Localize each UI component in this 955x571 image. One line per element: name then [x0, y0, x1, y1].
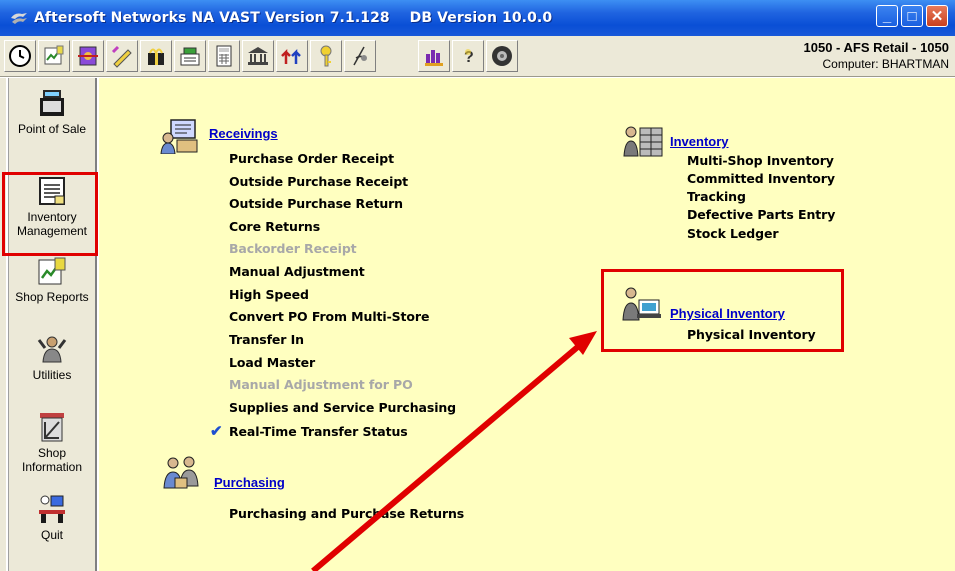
app-logo-icon: [11, 13, 27, 24]
pencil-icon[interactable]: [106, 40, 138, 72]
menu-item-stock-ledger[interactable]: Stock Ledger: [687, 226, 779, 241]
bank-icon[interactable]: [242, 40, 274, 72]
menu-item-outside-purchase-receipt[interactable]: Outside Purchase Receipt: [229, 174, 408, 189]
menu-item-backorder-receipt: Backorder Receipt: [229, 241, 357, 256]
sidebar-item-point-of-sale[interactable]: Point of Sale: [10, 88, 94, 136]
gift-icon[interactable]: [140, 40, 172, 72]
drafting-tools-icon: [40, 413, 64, 442]
menu-item-core-returns[interactable]: Core Returns: [229, 219, 320, 234]
inventory-section-title[interactable]: Inventory: [670, 134, 729, 149]
store-name: 1050 - AFS Retail - 1050: [803, 40, 949, 55]
people-icon[interactable]: [418, 40, 450, 72]
menu-item-defective-parts-entry[interactable]: Defective Parts Entry: [687, 207, 835, 222]
key-icon[interactable]: [310, 40, 342, 72]
wrench-person-icon: [37, 336, 67, 363]
close-icon: ✕: [930, 8, 944, 25]
register-icon[interactable]: [174, 40, 206, 72]
clock-icon[interactable]: [4, 40, 36, 72]
menu-item-tracking[interactable]: Tracking: [687, 189, 746, 204]
document-icon[interactable]: [344, 40, 376, 72]
parts-icon[interactable]: [72, 40, 104, 72]
tire-icon[interactable]: [486, 40, 518, 72]
sidebar-item-shop-information[interactable]: Shop Information: [10, 412, 94, 474]
report-icon[interactable]: [38, 40, 70, 72]
menu-item-transfer-in[interactable]: Transfer In: [229, 332, 304, 347]
maximize-icon: □: [907, 7, 917, 25]
purchasing-icon: [163, 456, 199, 489]
store-info: 1050 - AFS Retail - 1050 Computer: BHART…: [804, 40, 949, 71]
sidebar: Point of Sale Inventory Management Shop …: [0, 78, 97, 571]
menu-item-load-master[interactable]: Load Master: [229, 355, 315, 370]
menu-item-high-speed[interactable]: High Speed: [229, 287, 309, 302]
receivings-icon: [160, 119, 198, 154]
close-button[interactable]: ✕: [926, 5, 948, 27]
menu-item-outside-purchase-return[interactable]: Outside Purchase Return: [229, 196, 403, 211]
purchasing-section-title[interactable]: Purchasing: [214, 475, 285, 490]
sidebar-item-label: Point of Sale: [17, 122, 87, 136]
sidebar-edge: [6, 78, 9, 571]
calculator-icon[interactable]: [208, 40, 240, 72]
sidebar-item-label: Utilities: [32, 368, 72, 382]
receivings-section-title[interactable]: Receivings: [209, 126, 278, 141]
title-bar: Aftersoft Networks NA VAST Version 7.1.1…: [0, 0, 955, 36]
menu-item-convert-po-from-multi-store[interactable]: Convert PO From Multi-Store: [229, 309, 429, 324]
sidebar-item-label: Shop Reports: [15, 290, 89, 304]
highlight-box-inventory-management: [2, 172, 98, 256]
sidebar-item-utilities[interactable]: Utilities: [10, 334, 94, 382]
cash-register-icon: [40, 90, 64, 116]
menu-item-manual-adjustment-for-po: Manual Adjustment for PO: [229, 377, 413, 392]
sidebar-item-quit[interactable]: Quit: [10, 494, 94, 542]
minimize-icon: _: [882, 7, 892, 25]
sidebar-item-label: Quit: [40, 528, 63, 542]
menu-item-committed-inventory[interactable]: Committed Inventory: [687, 171, 835, 186]
maximize-button[interactable]: □: [901, 5, 923, 27]
arrows-icon[interactable]: [276, 40, 308, 72]
highlight-box-physical-inventory: [601, 269, 844, 352]
chart-report-icon: [38, 257, 66, 285]
help-icon[interactable]: ?: [452, 40, 484, 72]
checkmark-icon: ✔: [210, 423, 223, 440]
menu-item-multi-shop-inventory[interactable]: Multi-Shop Inventory: [687, 153, 834, 168]
exit-desk-icon: [39, 495, 65, 523]
menu-item-manual-adjustment[interactable]: Manual Adjustment: [229, 264, 365, 279]
sidebar-item-shop-reports[interactable]: Shop Reports: [10, 256, 94, 304]
menu-item-purchasing-and-purchase-returns[interactable]: Purchasing and Purchase Returns: [229, 506, 464, 521]
menu-item-real-time-transfer-status[interactable]: Real-Time Transfer Status: [229, 424, 408, 439]
inventory-icon: [623, 126, 663, 157]
menu-item-supplies-and-service-purchasing[interactable]: Supplies and Service Purchasing: [229, 400, 456, 415]
computer-name: Computer: BHARTMAN: [822, 57, 949, 71]
sidebar-item-label: Shop Information: [21, 446, 83, 474]
toolbar: ? 1050 - AFS Retail - 1050 Computer: BHA…: [0, 36, 955, 77]
minimize-button[interactable]: _: [876, 5, 898, 27]
menu-item-purchase-order-receipt[interactable]: Purchase Order Receipt: [229, 151, 394, 166]
window-title: Aftersoft Networks NA VAST Version 7.1.1…: [34, 10, 553, 26]
